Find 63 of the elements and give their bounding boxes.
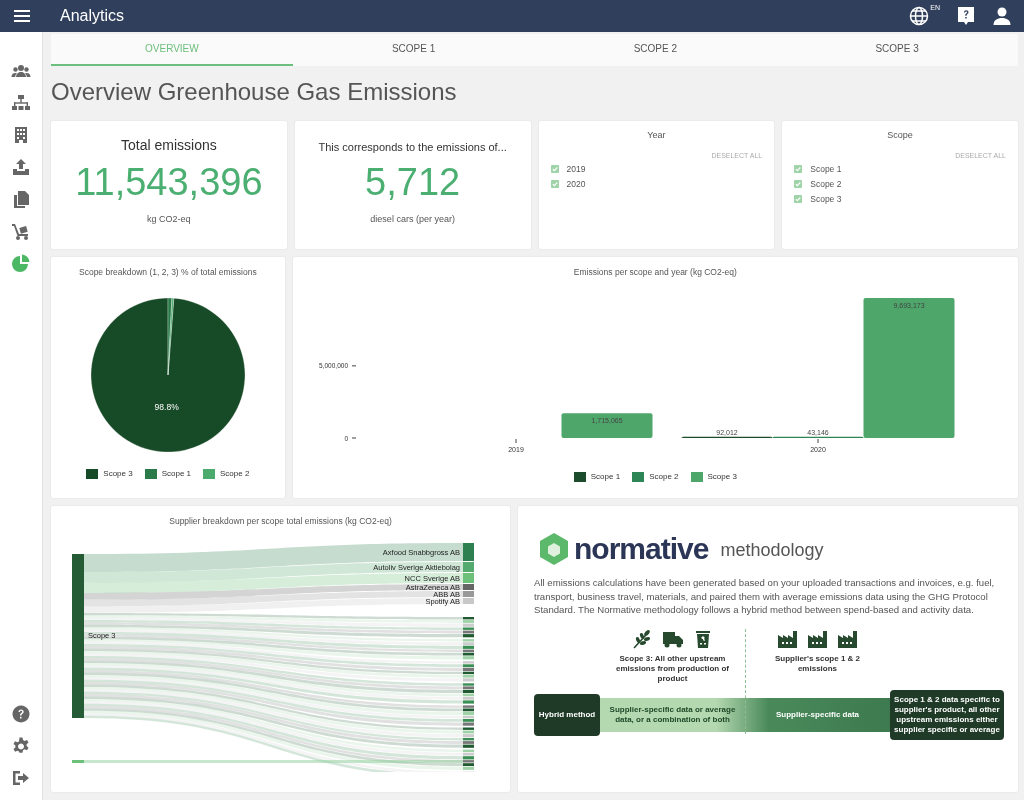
- methodology-description: All emissions calculations have been generated based on your uploaded transactions and invoices, e.g. fuel, transport, business travel, materials, and paired them with average emissions data using the GHG Protocol Standard. The Normative methodology follows a hybrid method between spend-based and activity data.: [534, 575, 996, 617]
- chart-title: Supplier breakdown per scope total emissions (kg CO2-eq): [169, 515, 392, 526]
- legend-label: Scope 1: [590, 472, 621, 482]
- slice-label: 98.8%: [154, 402, 179, 412]
- total-value: 11,543,396: [75, 161, 263, 205]
- option-label: Scope 3: [810, 194, 842, 205]
- option-label: Scope 1: [810, 164, 842, 175]
- filter-title: Year: [647, 130, 666, 141]
- checkbox[interactable]: [794, 195, 803, 204]
- option-label: 2019: [566, 164, 586, 175]
- dolly-icon[interactable]: [11, 222, 31, 242]
- y-tick: [351, 437, 357, 439]
- result-box: Scope 1 & 2 data specific to supplier's product, all other upstream emissions either supplier specific or average: [890, 689, 1004, 740]
- factory-icon: [836, 628, 859, 649]
- card-title: This corresponds to the emissions of...: [318, 141, 507, 154]
- tab[interactable]: SCOPE 3: [776, 34, 1018, 66]
- app-title: Analytics: [60, 7, 126, 25]
- option-label: Scope 2: [810, 179, 842, 190]
- legend-label: Scope 1: [161, 469, 191, 479]
- user-icon[interactable]: [992, 6, 1012, 26]
- supplier-caption: Supplier's scope 1 & 2 emissions: [773, 653, 861, 674]
- card-title: Total emissions: [121, 137, 217, 154]
- scope3-caption: Scope 3: All other upstream emissions from production of product: [615, 653, 730, 684]
- legend-swatch: [203, 468, 215, 479]
- hexagon-logo-icon: [538, 531, 570, 566]
- factory-icon: [776, 628, 799, 649]
- y-tick: [351, 364, 357, 366]
- checkbox[interactable]: [794, 165, 803, 174]
- legend-label: Scope 3: [707, 472, 737, 482]
- band-label: Supplier-specific data or average data, or a combination of both: [608, 703, 737, 726]
- legend-swatch: [144, 468, 157, 479]
- unit-label: kg CO2-eq: [147, 214, 191, 225]
- documents-icon[interactable]: [11, 190, 31, 210]
- factory-icon: [806, 628, 829, 649]
- brand-wordmark: normative: [574, 531, 709, 566]
- section-heading: methodology: [720, 540, 824, 562]
- chart-title: Emissions per scope and year (kg CO2-eq): [573, 266, 737, 277]
- settings-icon[interactable]: [11, 736, 31, 756]
- menu-icon[interactable]: [14, 9, 30, 23]
- tab[interactable]: SCOPE 2: [534, 34, 777, 66]
- hybrid-method-box: Hybrid method: [534, 693, 600, 736]
- legend-swatch: [86, 468, 99, 479]
- legend-label: Scope 3: [103, 469, 133, 479]
- help-icon[interactable]: [956, 6, 976, 26]
- x-tick: [515, 438, 517, 444]
- band-label: Supplier-specific data: [774, 708, 861, 721]
- tab[interactable]: SCOPE 1: [292, 34, 535, 66]
- logout-icon[interactable]: [11, 768, 31, 788]
- chart-title: Scope breakdown (1, 2, 3) % of total emissions: [79, 266, 257, 277]
- legend-label: Scope 2: [220, 469, 250, 479]
- help-icon[interactable]: [11, 704, 31, 724]
- filter-title: Scope: [887, 130, 913, 141]
- legend-label: Scope 2: [649, 472, 679, 482]
- globe-icon[interactable]: [909, 6, 930, 26]
- car-count-value: 5,712: [365, 161, 461, 205]
- unit-label: diesel cars (per year): [370, 214, 455, 225]
- checkbox[interactable]: [550, 180, 559, 189]
- checkbox[interactable]: [550, 165, 559, 174]
- checkbox[interactable]: [794, 180, 803, 189]
- x-tick: [817, 438, 819, 444]
- option-label: 2020: [566, 179, 586, 190]
- page-title: Overview Greenhouse Gas Emissions: [51, 77, 458, 107]
- upload-icon[interactable]: [11, 158, 31, 178]
